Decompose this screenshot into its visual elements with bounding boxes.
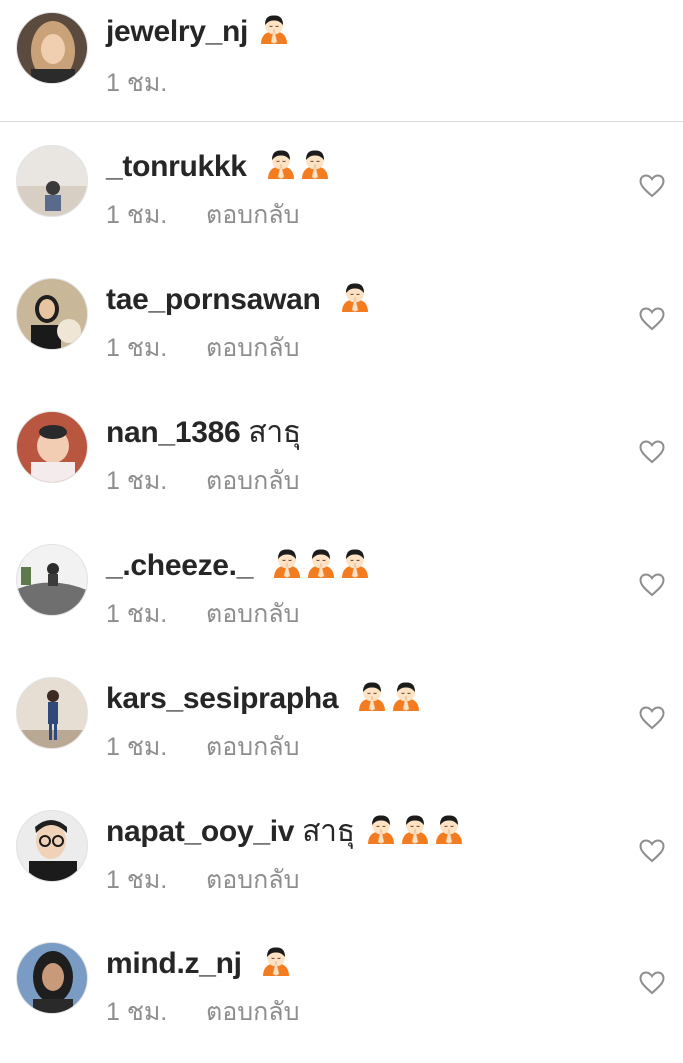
timestamp: 1 ชม. — [106, 467, 168, 495]
comment-username-line: kars_sesiprapha — [106, 681, 422, 720]
heart-outline-icon[interactable] — [639, 573, 665, 597]
username[interactable]: nan_1386 — [106, 416, 241, 449]
username[interactable]: jewelry_nj — [106, 15, 248, 48]
comment-meta: 1 ชม. ตอบกลับ — [106, 333, 299, 363]
comment-username-line: _.cheeze._ — [106, 548, 371, 587]
username[interactable]: mind.z_nj — [106, 947, 242, 980]
comment-meta: 1 ชม. ตอบกลับ — [106, 997, 299, 1027]
caption-username-line: jewelry_nj — [106, 14, 290, 53]
comment-text: สาธุ — [248, 416, 301, 449]
timestamp: 1 ชม. — [106, 733, 168, 761]
comment-username-line: tae_pornsawan — [106, 282, 371, 321]
comment-meta: 1 ชม. ตอบกลับ — [106, 200, 299, 230]
emoji-group — [269, 549, 371, 582]
heart-outline-icon[interactable] — [639, 174, 665, 198]
folded-hands-person-icon — [399, 814, 431, 853]
comment-meta: 1 ชม. ตอบกลับ — [106, 732, 299, 762]
emoji-group — [337, 283, 371, 316]
reply-button[interactable]: ตอบกลับ — [206, 997, 299, 1027]
username[interactable]: _.cheeze._ — [106, 549, 253, 582]
emoji-group — [258, 947, 292, 980]
username[interactable]: tae_pornsawan — [106, 283, 321, 316]
folded-hands-person-icon — [390, 681, 422, 720]
folded-hands-person-icon — [356, 681, 388, 720]
username[interactable]: _tonrukkk — [106, 150, 247, 183]
timestamp: 1 ชม. — [106, 69, 168, 97]
reply-button[interactable]: ตอบกลับ — [206, 466, 299, 496]
emoji-group — [363, 815, 465, 848]
comment-meta: 1 ชม. ตอบกลับ — [106, 865, 299, 895]
comment-item: napat_ooy_iv สาธุ 1 ชม. ตอบกลับ — [0, 798, 683, 931]
avatar[interactable] — [16, 411, 88, 483]
folded-hands-person-icon — [305, 548, 337, 587]
avatar[interactable] — [16, 278, 88, 350]
reply-button[interactable]: ตอบกลับ — [206, 732, 299, 762]
comment-item: tae_pornsawan 1 ชม. ตอบกลับ — [0, 266, 683, 399]
reply-button[interactable]: ตอบกลับ — [206, 599, 299, 629]
folded-hands-person-icon — [260, 946, 292, 985]
folded-hands-person-icon — [433, 814, 465, 853]
comment-username-line: _tonrukkk — [106, 149, 331, 188]
caption-section: jewelry_nj 1 ชม. — [0, 0, 683, 122]
reply-button[interactable]: ตอบกลับ — [206, 865, 299, 895]
timestamp: 1 ชม. — [106, 334, 168, 362]
username[interactable]: kars_sesiprapha — [106, 682, 339, 715]
emoji-group — [256, 15, 290, 48]
folded-hands-person-icon — [339, 548, 371, 587]
folded-hands-person-icon — [339, 282, 371, 321]
timestamp: 1 ชม. — [106, 600, 168, 628]
folded-hands-person-icon — [365, 814, 397, 853]
avatar[interactable] — [16, 145, 88, 217]
heart-outline-icon[interactable] — [639, 706, 665, 730]
reply-button[interactable]: ตอบกลับ — [206, 333, 299, 363]
comment-text: สาธุ — [302, 815, 355, 848]
comment-item: mind.z_nj 1 ชม. ตอบกลับ — [0, 930, 683, 1063]
avatar[interactable] — [16, 677, 88, 749]
comment-username-line: mind.z_nj — [106, 946, 292, 985]
avatar[interactable] — [16, 544, 88, 616]
username[interactable]: napat_ooy_iv — [106, 815, 294, 848]
folded-hands-person-icon — [258, 14, 290, 53]
timestamp: 1 ชม. — [106, 866, 168, 894]
comment-username-line: napat_ooy_iv สาธุ — [106, 814, 465, 853]
comment-item: _tonrukkk 1 ชม. ตอบกลับ — [0, 133, 683, 266]
timestamp: 1 ชม. — [106, 998, 168, 1026]
heart-outline-icon[interactable] — [639, 440, 665, 464]
folded-hands-person-icon — [265, 149, 297, 188]
comment-item: kars_sesiprapha 1 ชม. ตอบกลับ — [0, 665, 683, 798]
folded-hands-person-icon — [299, 149, 331, 188]
heart-outline-icon[interactable] — [639, 839, 665, 863]
comment-username-line: nan_1386 สาธุ — [106, 415, 301, 451]
heart-outline-icon[interactable] — [639, 307, 665, 331]
emoji-group — [263, 150, 331, 183]
folded-hands-person-icon — [271, 548, 303, 587]
comment-item: nan_1386 สาธุ 1 ชม. ตอบกลับ — [0, 399, 683, 532]
timestamp: 1 ชม. — [106, 201, 168, 229]
emoji-group — [354, 682, 422, 715]
avatar[interactable] — [16, 12, 88, 84]
heart-outline-icon[interactable] — [639, 971, 665, 995]
comment-meta: 1 ชม. ตอบกลับ — [106, 466, 299, 496]
reply-button[interactable]: ตอบกลับ — [206, 200, 299, 230]
avatar[interactable] — [16, 810, 88, 882]
comment-meta: 1 ชม. ตอบกลับ — [106, 599, 299, 629]
comment-item: _.cheeze._ 1 ชม. ตอบกลับ — [0, 532, 683, 665]
avatar[interactable] — [16, 942, 88, 1014]
